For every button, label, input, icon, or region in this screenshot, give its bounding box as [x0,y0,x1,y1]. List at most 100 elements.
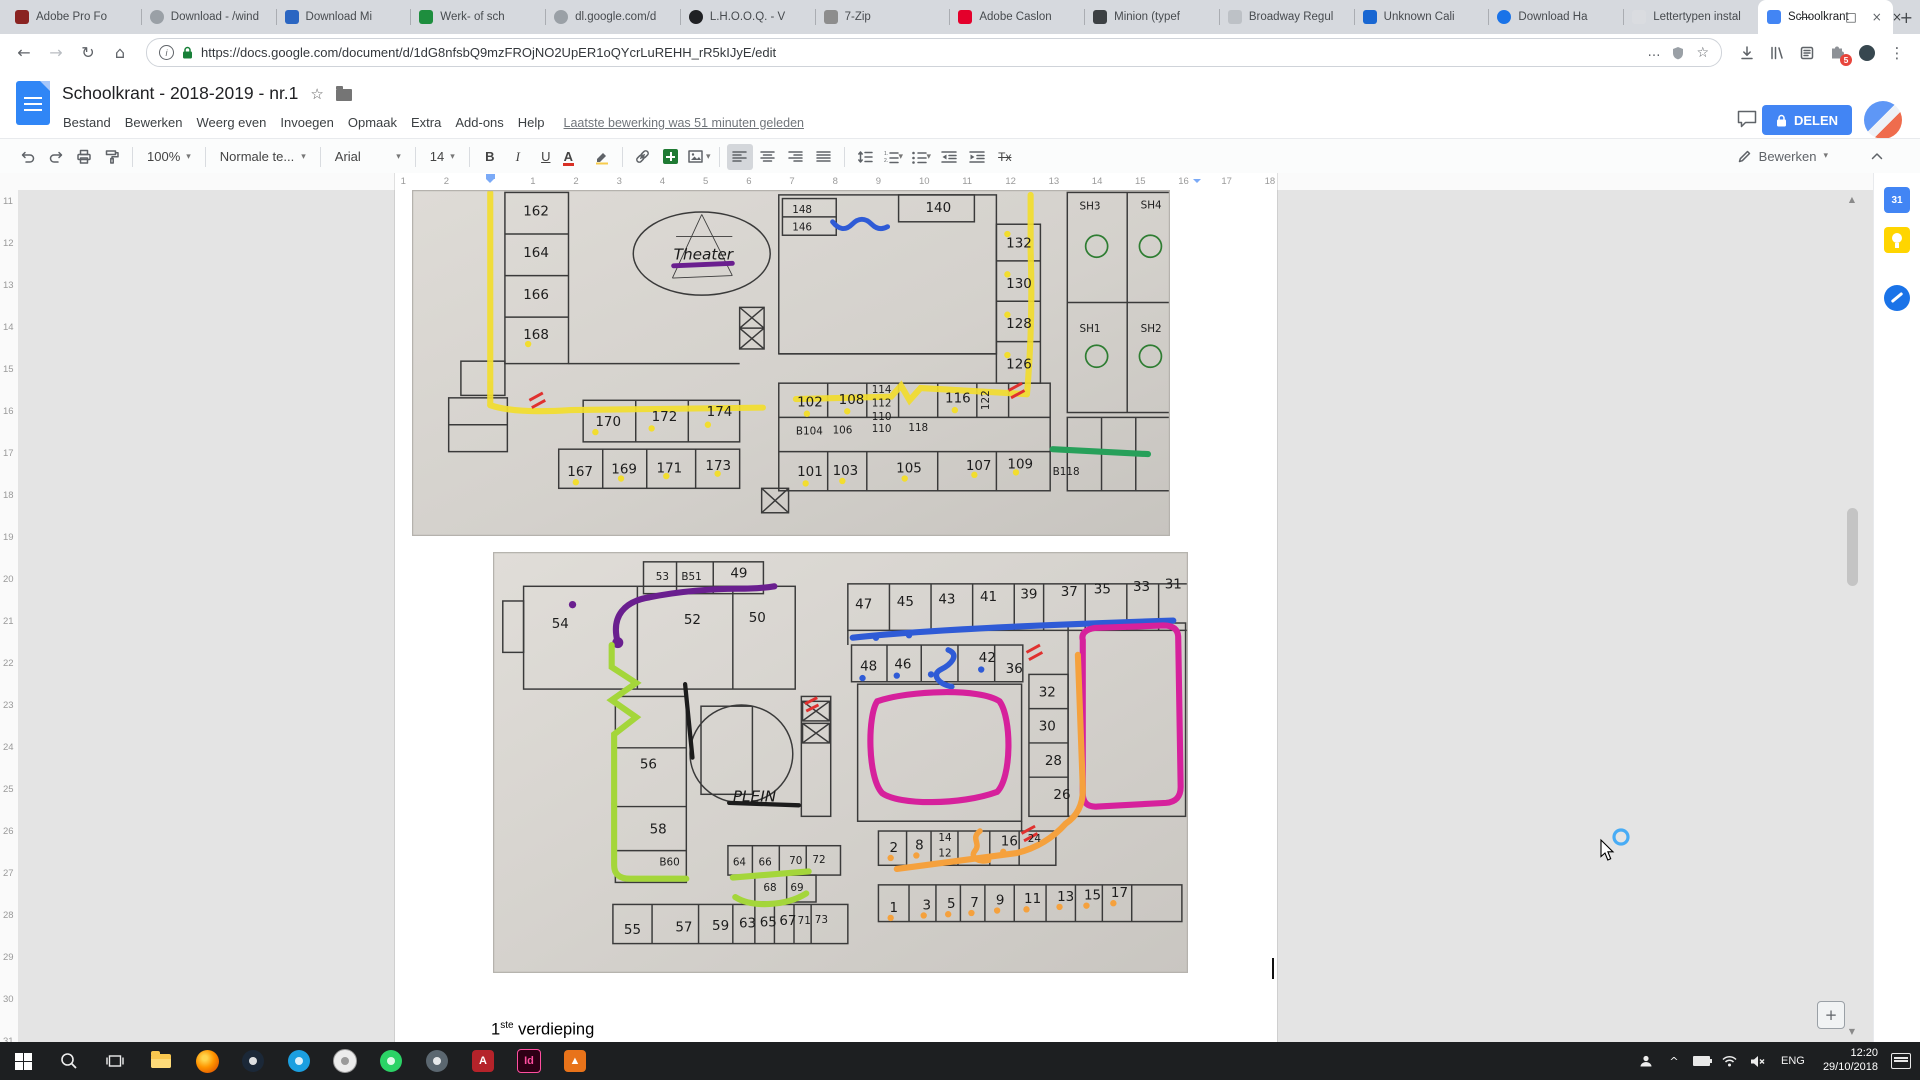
calendar-icon[interactable]: 31 [1884,187,1910,213]
mode-selector[interactable]: Bewerken ▾ [1737,143,1828,169]
browser-tab[interactable]: Adobe Caslon [949,0,1084,34]
language-indicator[interactable]: ENG [1773,1042,1813,1080]
browser-tab[interactable]: Broadway Regul [1219,0,1354,34]
document-page[interactable]: 162164166168Theater148146140132130128126… [394,190,1278,1042]
browser-tab[interactable]: Minion (typef [1084,0,1219,34]
explore-button[interactable]: + [1817,1001,1845,1029]
underline-button[interactable]: U [533,144,559,170]
font-size-select[interactable]: 14▾ [422,144,463,170]
google-docs-icon[interactable] [16,81,50,125]
browser-tab[interactable]: Download - /wind [141,0,276,34]
align-justify-button[interactable] [811,144,837,170]
start-button[interactable] [0,1042,46,1080]
chrome-menu-icon[interactable]: ⋮ [1884,40,1910,66]
omnibox[interactable]: i https://docs.google.com/document/d/1dG… [146,38,1722,67]
dark-app-icon[interactable] [230,1042,276,1080]
insert-link-button[interactable] [630,144,656,170]
menu-weergeven[interactable]: Weerg even [190,113,274,132]
orange-app-icon[interactable]: ▲ [552,1042,598,1080]
download-action-icon[interactable] [1734,40,1760,66]
tasks-icon[interactable] [1884,285,1910,311]
maximize-button[interactable]: □ [1828,0,1874,34]
close-button[interactable]: × [1874,0,1920,34]
search-button[interactable] [46,1042,92,1080]
print-button[interactable] [71,144,97,170]
paint-format-button[interactable] [99,144,125,170]
browser-tab[interactable]: Download Ha [1488,0,1623,34]
indesign-icon[interactable]: Id [506,1042,552,1080]
firefox-icon[interactable] [184,1042,230,1080]
volume-muted-icon[interactable] [1745,1042,1771,1080]
left-indent-marker[interactable] [486,174,495,179]
paragraph-style-select[interactable]: Normale te...▾ [212,144,314,170]
page-info-icon[interactable]: i [159,45,174,60]
share-button[interactable]: DELEN [1762,105,1852,135]
task-view-button[interactable] [92,1042,138,1080]
browser-tab[interactable]: L.H.O.O.Q. - V [680,0,815,34]
reload-button[interactable]: ↻ [74,39,102,67]
italic-button[interactable]: I [505,144,531,170]
collapse-toolbar-button[interactable] [1864,143,1890,169]
indent-button[interactable] [964,144,990,170]
menu-extra[interactable]: Extra [404,113,448,132]
hidden-icons-chevron[interactable]: ^ [1661,1042,1687,1080]
bulleted-list-button[interactable]: ▾ [908,144,934,170]
menu-bewerken[interactable]: Bewerken [118,113,190,132]
menu-help[interactable]: Help [511,113,552,132]
undo-button[interactable] [15,144,41,170]
action-center-icon[interactable] [1888,1042,1914,1080]
insert-comment-button[interactable] [658,144,684,170]
font-select[interactable]: Arial▾ [327,144,409,170]
browser-tab[interactable]: 7-Zip [815,0,950,34]
redo-button[interactable] [43,144,69,170]
browser-tab[interactable]: Lettertypen instal [1623,0,1758,34]
browser-tab[interactable]: Download Mi [276,0,411,34]
taskbar-clock[interactable]: 12:20 29/10/2018 [1815,1047,1886,1075]
browser-tab[interactable]: Adobe Pro Fo [6,0,141,34]
text-color-button[interactable]: A [561,144,587,170]
last-edit-link[interactable]: Laatste bewerking was 51 minuten geleden [564,116,804,130]
network-icon[interactable] [1717,1042,1743,1080]
align-left-button[interactable] [727,144,753,170]
browser-tab[interactable]: Werk- of sch [410,0,545,34]
camera-app-icon[interactable] [414,1042,460,1080]
right-indent-marker[interactable] [1193,179,1201,187]
bookmark-star-icon[interactable]: ☆ [1696,45,1709,61]
scroll-down-arrow[interactable]: ▼ [1845,1024,1859,1038]
clear-formatting-button[interactable]: Tx [992,144,1018,170]
line-spacing-button[interactable] [852,144,878,170]
whatsapp-icon[interactable] [368,1042,414,1080]
white-app-icon[interactable] [322,1042,368,1080]
browser-tab[interactable]: dl.google.com/d [545,0,680,34]
move-to-folder-icon[interactable] [336,89,352,101]
account-avatar[interactable] [1864,101,1902,139]
keep-icon[interactable] [1884,227,1910,253]
menu-invoegen[interactable]: Invoegen [273,113,341,132]
library-action-icon[interactable] [1764,40,1790,66]
forward-button[interactable]: → [42,39,70,67]
browser-tab[interactable]: Unknown Cali [1354,0,1489,34]
zoom-select[interactable]: 100%▾ [139,144,199,170]
align-center-button[interactable] [755,144,781,170]
people-tray-icon[interactable] [1633,1042,1659,1080]
scroll-up-arrow[interactable]: ▲ [1845,192,1859,206]
blue-app-icon[interactable] [276,1042,322,1080]
battery-icon[interactable] [1689,1042,1715,1080]
highlight-color-button[interactable] [589,144,615,170]
insert-image-button[interactable]: ▾ [686,144,712,170]
extension-action-icon[interactable]: 5 [1824,40,1850,66]
minimize-button[interactable]: — [1782,0,1828,34]
scrollbar-thumb[interactable] [1847,508,1858,586]
floorplan-image-2[interactable]: 53B5149545250474543413937353331484642363… [493,552,1188,973]
shield-icon[interactable] [1672,46,1684,60]
home-button[interactable]: ⌂ [106,39,134,67]
url-text[interactable]: https://docs.google.com/document/d/1dG8n… [201,45,1639,60]
align-right-button[interactable] [783,144,809,170]
omnibox-ellipsis-icon[interactable]: … [1647,45,1660,60]
outdent-button[interactable] [936,144,962,170]
comments-button[interactable] [1736,109,1758,134]
star-document-icon[interactable]: ☆ [310,85,323,103]
document-canvas[interactable]: 162164166168Theater148146140132130128126… [18,190,1874,1042]
bold-button[interactable]: B [477,144,503,170]
reading-list-action-icon[interactable] [1794,40,1820,66]
